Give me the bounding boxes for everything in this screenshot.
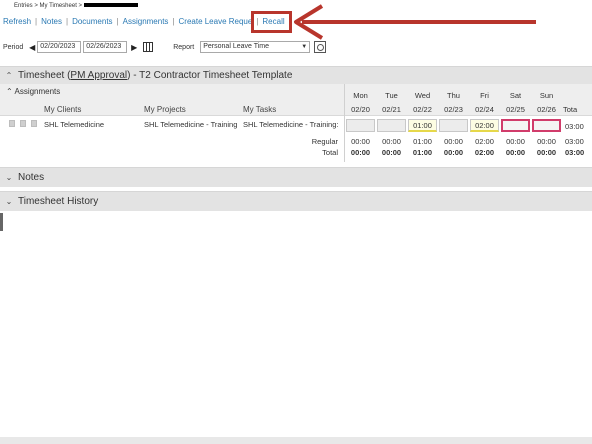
copy-icon[interactable] xyxy=(20,120,26,127)
time-entry-sat[interactable] xyxy=(501,119,530,132)
redacted-name xyxy=(84,3,139,8)
day-date-fri: 02/24 xyxy=(475,105,494,114)
chevron-down-icon: ⌄ xyxy=(5,173,13,182)
time-entry-wed[interactable]: 01:00 xyxy=(408,119,437,132)
previous-period-icon[interactable]: ◀ xyxy=(27,41,37,53)
regular-tue: 00:00 xyxy=(382,137,401,146)
bottom-bar xyxy=(0,437,592,444)
regular-label: Regular xyxy=(311,137,338,146)
search-icon[interactable] xyxy=(314,41,327,53)
breadcrumb-text: Entries > My Timesheet > xyxy=(14,3,83,9)
next-period-icon[interactable]: ▶ xyxy=(129,41,139,53)
notes-section-header[interactable]: ⌄ Notes xyxy=(0,167,592,187)
day-name-thu: Thu xyxy=(447,91,460,100)
day-date-sat: 02/25 xyxy=(506,105,525,114)
side-handle[interactable] xyxy=(0,213,3,231)
report-label: Report xyxy=(173,43,195,51)
day-date-mon: 02/20 xyxy=(351,105,370,114)
day-name-wed: Wed xyxy=(414,91,431,100)
toolbar-separator: | xyxy=(35,17,38,26)
total-thu: 00:00 xyxy=(443,148,464,157)
history-section-header[interactable]: ⌄ Timesheet History xyxy=(0,191,592,211)
regular-thu: 00:00 xyxy=(444,137,463,146)
client-cell: SHL Telemedicine xyxy=(44,120,105,129)
regular-fri: 02:00 xyxy=(475,137,494,146)
day-name-tue: Tue xyxy=(385,91,398,100)
grand-total: 03:00 xyxy=(565,148,585,157)
chevron-up-icon: ⌃ xyxy=(5,71,13,80)
refresh-link[interactable]: Refresh xyxy=(3,17,31,26)
total-tue: 00:00 xyxy=(381,148,402,157)
time-entry-thu[interactable] xyxy=(439,119,468,132)
history-title: Timesheet History xyxy=(18,196,99,207)
timesheet-title: Timesheet (PM Approval) - T2 Contractor … xyxy=(18,70,292,81)
assignments-title[interactable]: ⌃ Assignments xyxy=(6,87,60,96)
calendar-icon[interactable] xyxy=(143,42,154,52)
time-entry-mon[interactable] xyxy=(346,119,375,132)
callout-arrow-icon xyxy=(294,4,536,40)
day-name-sat: Sat xyxy=(509,91,522,100)
period-start-field[interactable]: 02/20/2023 xyxy=(37,41,82,53)
assignments-header: ⌃ Assignments My Clients My Projects My … xyxy=(0,84,344,116)
total-label: Total xyxy=(322,148,338,157)
time-entry-sun[interactable] xyxy=(532,119,561,132)
total-mon: 00:00 xyxy=(350,148,371,157)
chevron-down-icon: ▼ xyxy=(301,44,308,50)
report-select-value: Personal Leave Time xyxy=(203,43,270,50)
regular-wed: 01:00 xyxy=(413,137,432,146)
edit-icon[interactable] xyxy=(31,120,37,127)
day-name-mon: Mon xyxy=(353,91,368,100)
breadcrumb: Entries > My Timesheet > xyxy=(14,3,139,9)
notes-link[interactable]: Notes xyxy=(41,17,62,26)
approval-link[interactable]: PM Approval xyxy=(70,70,127,81)
project-cell: SHL Telemedicine - Training xyxy=(144,120,238,129)
create-leave-request-link[interactable]: Create Leave Reque xyxy=(179,17,253,26)
toolbar-separator: | xyxy=(116,17,119,26)
recall-callout-box xyxy=(251,11,292,33)
total-fri: 02:00 xyxy=(474,148,495,157)
assignments-link[interactable]: Assignments xyxy=(123,17,169,26)
assignment-row: SHL Telemedicine SHL Telemedicine - Trai… xyxy=(0,117,344,133)
total-sat: 00:00 xyxy=(505,148,526,157)
day-date-wed: 02/22 xyxy=(413,105,432,114)
day-grid: Mon Tue Wed Thu Fri Sat Sun 02/20 02/21 … xyxy=(344,84,592,162)
regular-mon: 00:00 xyxy=(351,137,370,146)
toolbar-separator: | xyxy=(66,17,69,26)
report-select[interactable]: Personal Leave Time ▼ xyxy=(200,41,311,53)
time-entry-tue[interactable] xyxy=(377,119,406,132)
regular-total: 03:00 xyxy=(565,137,584,146)
column-my-clients: My Clients xyxy=(44,105,82,114)
chevron-down-icon: ⌄ xyxy=(5,197,13,206)
assignments-panel: ⌃ Assignments My Clients My Projects My … xyxy=(0,84,344,162)
assignments-title-text: Assignments xyxy=(14,87,61,96)
regular-sun: 00:00 xyxy=(537,137,556,146)
period-end-field[interactable]: 02/26/2023 xyxy=(83,41,128,53)
task-cell: SHL Telemedicine - Training: xyxy=(243,120,339,129)
total-wed: 01:00 xyxy=(412,148,433,157)
day-date-thu: 02/23 xyxy=(444,105,463,114)
row-total: 03:00 xyxy=(565,122,584,131)
notes-title: Notes xyxy=(18,172,45,183)
timesheet-title-suffix: ) - T2 Contractor Timesheet Template xyxy=(127,70,293,81)
timesheet-section-header[interactable]: ⌃ Timesheet (PM Approval) - T2 Contracto… xyxy=(0,66,592,84)
timesheet-title-prefix: Timesheet ( xyxy=(18,70,71,81)
time-entry-fri[interactable]: 02:00 xyxy=(470,119,499,132)
documents-link[interactable]: Documents xyxy=(72,17,112,26)
column-my-tasks: My Tasks xyxy=(243,105,277,114)
delete-icon[interactable] xyxy=(9,120,15,127)
total-column-header: Tota xyxy=(563,105,578,114)
day-name-sun: Sun xyxy=(539,91,554,100)
regular-sat: 00:00 xyxy=(506,137,525,146)
column-my-projects: My Projects xyxy=(144,105,186,114)
day-date-sun: 02/26 xyxy=(537,105,556,114)
toolbar-separator: | xyxy=(172,17,175,26)
chevron-up-icon: ⌃ xyxy=(6,87,13,96)
total-sun: 00:00 xyxy=(536,148,557,157)
period-label: Period xyxy=(3,43,24,51)
day-name-fri: Fri xyxy=(480,91,489,100)
period-row: Period ◀ 02/20/2023 02/26/2023 ▶ Report … xyxy=(3,40,327,54)
day-date-tue: 02/21 xyxy=(382,105,401,114)
